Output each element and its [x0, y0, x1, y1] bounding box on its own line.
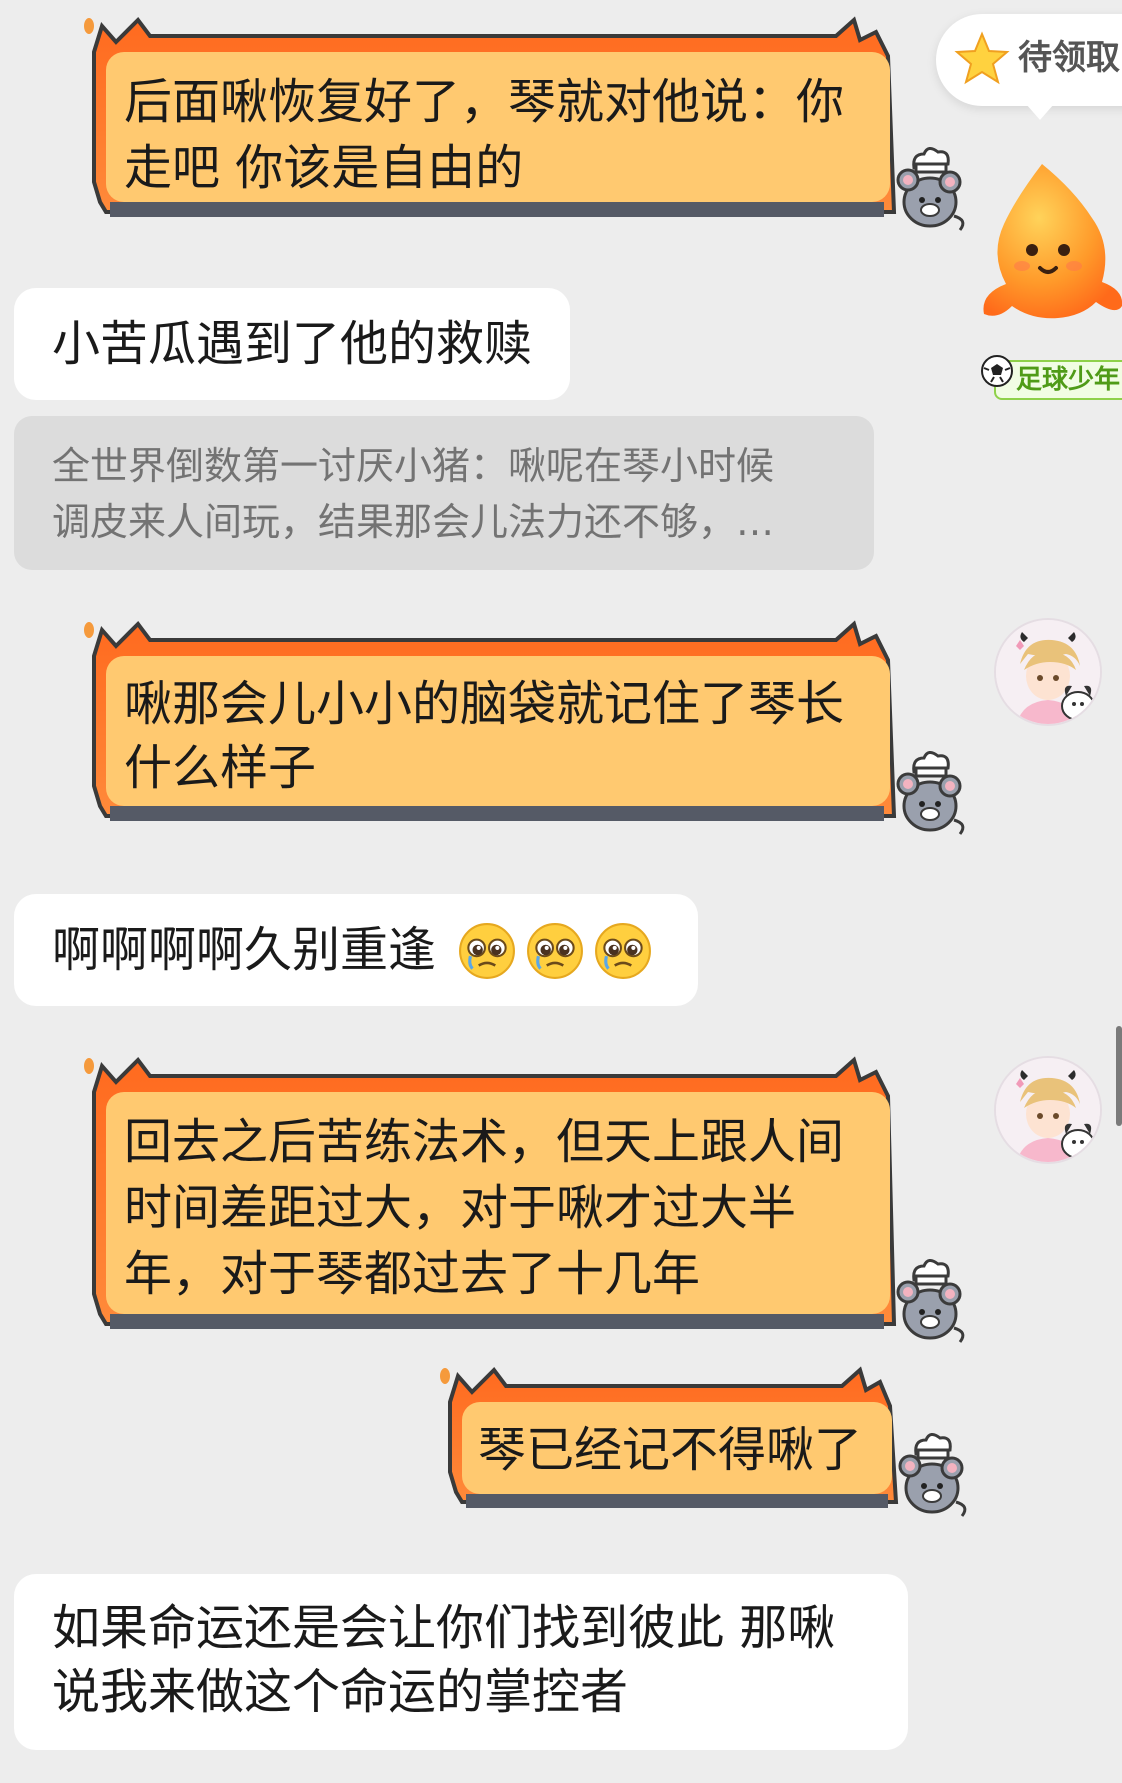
- chef-mouse-sticker: [898, 1432, 967, 1518]
- scrollbar-thumb[interactable]: [1116, 1026, 1122, 1126]
- message-text-line: 年，对于琴都过去了十几年: [124, 1246, 701, 1302]
- incoming-bubble-2[interactable]: 小苦瓜遇到了他的救赎: [14, 288, 571, 400]
- flame-spark-dot: [440, 1368, 450, 1384]
- message-text-line: 啾那会儿小小的脑袋就记住了琴长: [124, 676, 845, 732]
- message-text-line: 时间差距过大，对于啾才过大半: [124, 1180, 797, 1236]
- badge-label: 足球少年: [1016, 365, 1121, 395]
- chef-mouse-sticker: [896, 146, 965, 232]
- message-text-line: 琴已经记不得啾了: [478, 1422, 863, 1478]
- incoming-bubble-4[interactable]: 啊啊啊啊久别重逢: [14, 894, 698, 1006]
- flame-spark-dot: [84, 18, 94, 34]
- message-text: 啊啊啊啊久别重逢: [52, 922, 437, 978]
- avatar-illustration: [996, 620, 1100, 724]
- quote-line: 全世界倒数第一讨厌小猪：啾呢在琴小时候: [52, 444, 775, 488]
- outgoing-flame-bubble-5[interactable]: 回去之后苦练法术，但天上跟人间 时间差距过大，对于啾才过大半 年，对于琴都过去了…: [76, 1052, 976, 1352]
- orange-mascot[interactable]: [972, 158, 1122, 338]
- avatar-illustration: [996, 1058, 1100, 1162]
- soccer-ball-icon: [981, 355, 1013, 387]
- incoming-bubble-7[interactable]: 如果命运还是会让你们找到彼此 那啾 说我来做这个命运的掌控者: [14, 1574, 908, 1750]
- message-text-line: 说我来做这个命运的掌控者: [52, 1664, 629, 1720]
- outgoing-flame-bubble-3[interactable]: 啾那会儿小小的脑袋就记住了琴长 什么样子: [76, 616, 976, 846]
- star-icon: [954, 31, 1010, 85]
- message-text-line: 如果命运还是会让你们找到彼此 那啾: [52, 1600, 836, 1656]
- pill-tail: [1026, 104, 1054, 120]
- message-text-line: 什么样子: [124, 740, 317, 796]
- chef-mouse-sticker: [896, 750, 965, 836]
- message-text-line: 回去之后苦练法术，但天上跟人间: [124, 1114, 845, 1170]
- chef-mouse-sticker: [896, 1258, 965, 1344]
- outgoing-flame-bubble-1[interactable]: 后面啾恢复好了，琴就对他说：你 走吧 你该是自由的: [76, 12, 976, 232]
- reward-label: 待领取: [1018, 38, 1120, 78]
- pleading-face-emoji: [594, 922, 652, 980]
- message-text-line: 后面啾恢复好了，琴就对他说：你: [124, 74, 845, 130]
- flame-spark-dot: [84, 622, 94, 638]
- message-text: 小苦瓜遇到了他的救赎: [52, 316, 533, 372]
- pleading-face-emoji: [458, 922, 516, 980]
- reward-pending-pill[interactable]: 待领取: [936, 14, 1122, 120]
- outgoing-flame-bubble-6[interactable]: 琴已经记不得啾了: [432, 1362, 978, 1528]
- flame-spark-dot: [84, 1058, 94, 1074]
- avatar[interactable]: [994, 1056, 1102, 1164]
- avatar[interactable]: [994, 618, 1102, 726]
- message-text-line: 走吧 你该是自由的: [124, 140, 524, 196]
- pleading-face-emoji: [526, 922, 584, 980]
- quoted-message[interactable]: 全世界倒数第一讨厌小猪：啾呢在琴小时候 调皮来人间玩，结果那会儿法力还不够，…: [14, 416, 874, 570]
- quote-line: 调皮来人间玩，结果那会儿法力还不够，…: [52, 500, 775, 544]
